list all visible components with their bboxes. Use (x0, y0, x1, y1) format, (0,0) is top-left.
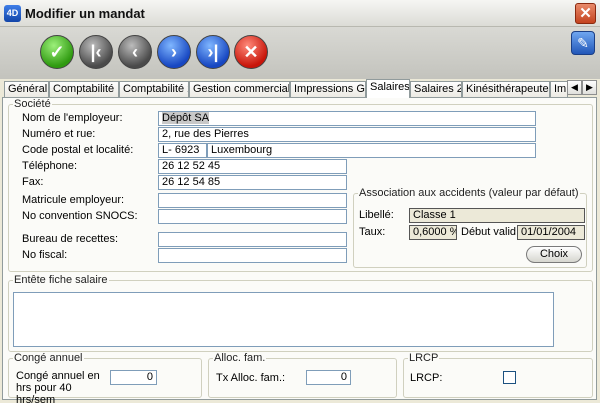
libelle-label: Libellé: (359, 209, 394, 221)
libelle-field: Classe 1 (409, 208, 585, 223)
lrcp-group-title: LRCP (408, 352, 440, 364)
tab-general[interactable]: Général (4, 81, 49, 97)
tab-comptabilite-2[interactable]: Comptabilité 2 (119, 81, 189, 97)
last-record-icon[interactable]: ›| (196, 35, 230, 69)
nom-label: Nom de l'employeur: (22, 112, 123, 124)
lrcp-group: LRCP LRCP: (403, 352, 593, 398)
taux-field: 0,6000 % (409, 225, 457, 240)
salaires-panel: Société Nom de l'employeur: Dépôt SA Num… (2, 97, 597, 403)
close-icon[interactable]: ✕ (575, 3, 596, 24)
bureau-field[interactable] (158, 232, 347, 247)
conge-label: Congé annuel en hrs pour 40 hrs/sem (16, 370, 100, 403)
next-record-icon[interactable]: › (157, 35, 191, 69)
title-bar: 4D Modifier un mandat ✕ (0, 0, 600, 27)
tab-comptabilite-1[interactable]: Comptabilité 1 (49, 81, 119, 97)
alloc-field[interactable]: 0 (306, 370, 351, 385)
tab-scroll-right-icon[interactable]: ▶ (582, 80, 597, 95)
lrcp-checkbox[interactable] (503, 371, 516, 384)
previous-record-icon[interactable]: ‹ (118, 35, 152, 69)
conge-group: Congé annuel Congé annuel en hrs pour 40… (8, 352, 202, 403)
edit-pen-icon[interactable]: ✎ (571, 31, 595, 55)
toolbar: ✓ |‹ ‹ › ›| ✕ ✎ (0, 27, 600, 79)
fiscal-field[interactable] (158, 248, 347, 263)
conge-field[interactable]: 0 (110, 370, 157, 385)
conge-group-title: Congé annuel (13, 352, 84, 364)
localite-field[interactable]: Luxembourg (207, 143, 536, 158)
tab-salaires-2[interactable]: Salaires 2 (410, 81, 462, 97)
cp-label: Code postal et localité: (22, 144, 134, 156)
rue-field[interactable]: 2, rue des Pierres (158, 127, 536, 142)
accidents-group-title: Association aux accidents (valeur par dé… (358, 187, 580, 199)
lrcp-label: LRCP: (410, 372, 443, 384)
bureau-label: Bureau de recettes: (22, 233, 119, 245)
tab-salaires[interactable]: Salaires (366, 79, 410, 98)
debut-field: 01/01/2004 (517, 225, 585, 240)
nom-employeur-field[interactable]: Dépôt SA (158, 111, 536, 126)
entete-group-title: Entête fiche salaire (13, 274, 109, 286)
fiscal-label: No fiscal: (22, 249, 68, 261)
entete-group: Entête fiche salaire (8, 274, 593, 352)
tab-kinesitherapeutes[interactable]: Kinésithérapeutes (462, 81, 550, 97)
alloc-group-title: Alloc. fam. (213, 352, 267, 364)
matricule-field[interactable] (158, 193, 347, 208)
tab-bar: Général Comptabilité 1 Comptabilité 2 Ge… (0, 79, 600, 98)
telephone-label: Téléphone: (22, 160, 78, 172)
accidents-group: Association aux accidents (valeur par dé… (353, 187, 587, 268)
tab-gestion-commerciale[interactable]: Gestion commerciale (189, 81, 290, 97)
tab-impressions-gc[interactable]: Impressions GC (290, 81, 366, 97)
rue-label: Numéro et rue: (22, 128, 96, 140)
choix-button[interactable]: Choix (526, 246, 582, 263)
validate-icon[interactable]: ✓ (40, 35, 74, 69)
snocs-label: No convention SNOCS: (22, 210, 138, 222)
alloc-label: Tx Alloc. fam.: (216, 372, 286, 384)
app-icon: 4D (4, 5, 21, 22)
debut-label: Début valid: (461, 226, 520, 238)
societe-group-title: Société (13, 98, 52, 110)
tab-scroll-left-icon[interactable]: ◀ (567, 80, 582, 95)
telephone-field[interactable]: 26 12 52 45 (158, 159, 347, 174)
societe-group: Société Nom de l'employeur: Dépôt SA Num… (8, 98, 593, 272)
taux-label: Taux: (359, 226, 386, 238)
snocs-field[interactable] (158, 209, 347, 224)
nom-employeur-value: Dépôt SA (162, 112, 210, 124)
alloc-group: Alloc. fam. Tx Alloc. fam.: 0 (208, 352, 397, 398)
entete-textarea[interactable] (13, 292, 554, 347)
window-title: Modifier un mandat (25, 6, 145, 21)
first-record-icon[interactable]: |‹ (79, 35, 113, 69)
matricule-label: Matricule employeur: (22, 194, 125, 206)
fax-field[interactable]: 26 12 54 85 (158, 175, 347, 190)
code-postal-field[interactable]: L- 6923 (158, 143, 207, 158)
fax-label: Fax: (22, 176, 44, 188)
tab-im[interactable]: Im (550, 81, 568, 97)
cancel-icon[interactable]: ✕ (234, 35, 268, 69)
